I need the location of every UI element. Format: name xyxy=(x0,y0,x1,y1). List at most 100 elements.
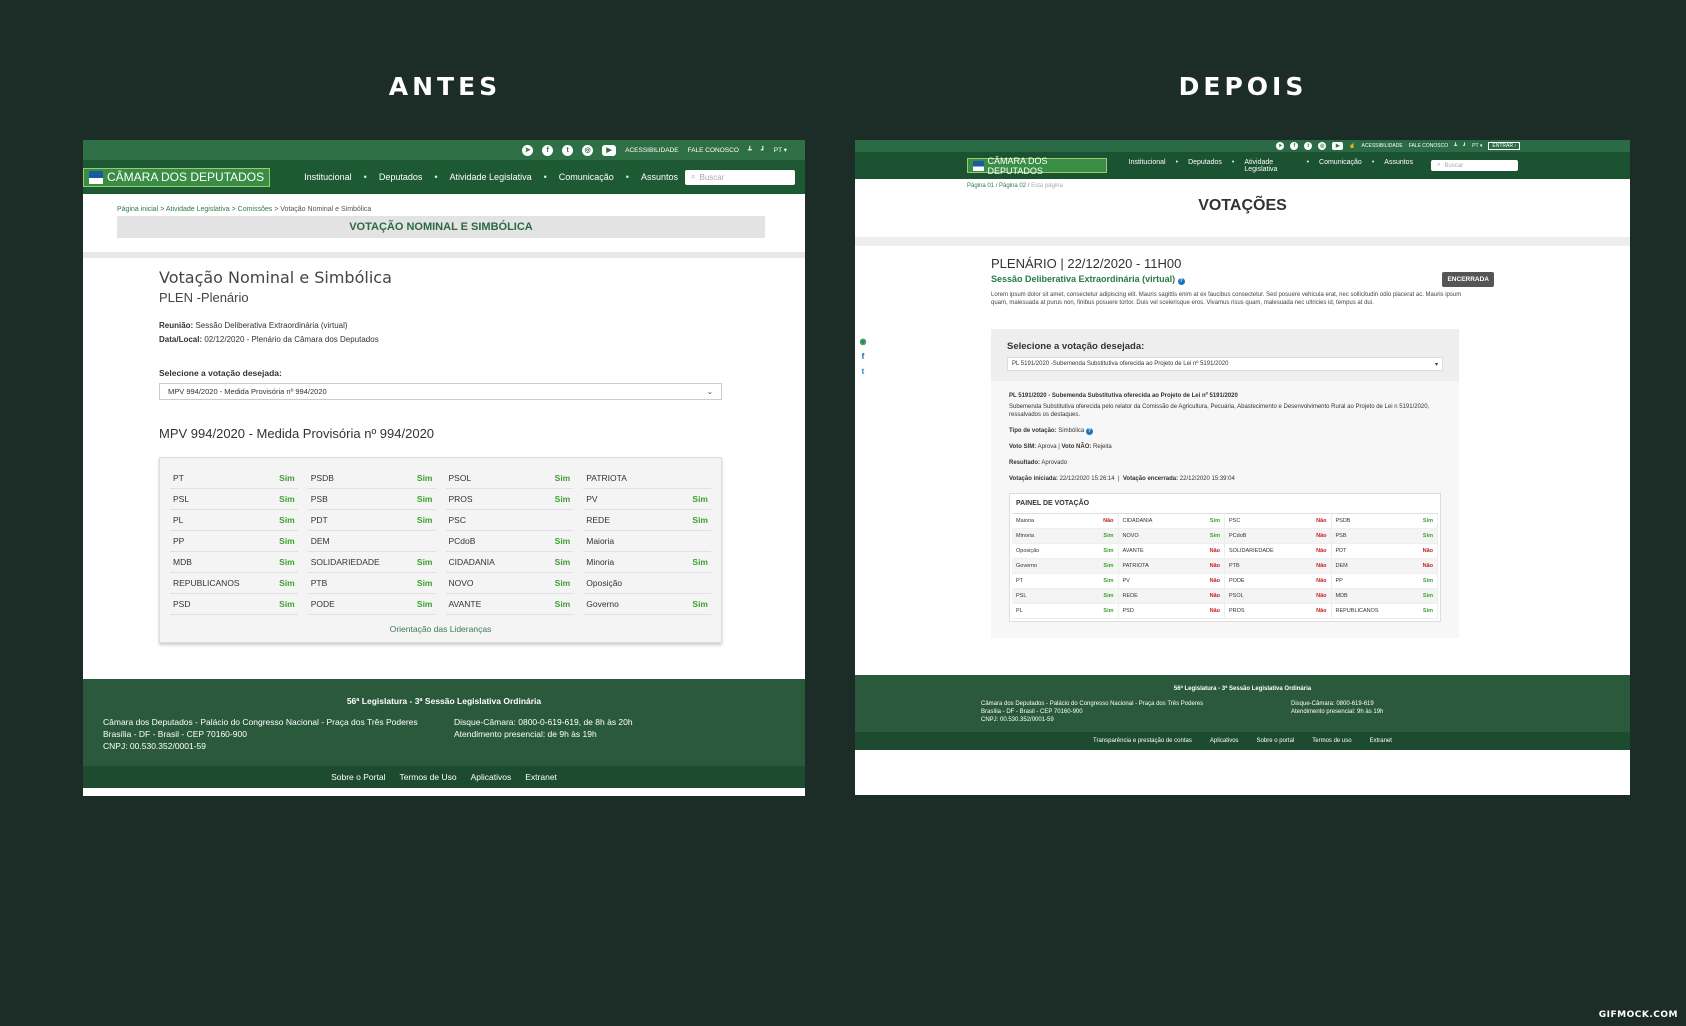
nav-assuntos[interactable]: Assuntos xyxy=(1384,159,1413,173)
language-select[interactable]: PT ▾ xyxy=(1472,143,1482,149)
youtube-icon[interactable]: ▶ xyxy=(1332,142,1344,150)
telegram-icon[interactable]: ➤ xyxy=(522,144,534,156)
page-title: VOTAÇÕES xyxy=(1198,197,1287,214)
footer-link[interactable]: Extranet xyxy=(525,772,557,782)
party-vote: Sim xyxy=(1422,518,1433,524)
footer-link[interactable]: Extranet xyxy=(1370,738,1392,744)
nav-comunicacao[interactable]: Comunicação xyxy=(559,172,614,182)
utility-bar: ➤ f t ◎ ▶ ☝ ACESSIBILIDADE FALE CONOSCO … xyxy=(855,140,1630,152)
party-name: REPUBLICANOS xyxy=(1335,608,1379,614)
help-icon[interactable]: ? xyxy=(1177,278,1185,285)
party-name: PATRIOTA xyxy=(586,473,627,483)
party-vote: Não xyxy=(1316,563,1327,569)
nav-institucional[interactable]: Institucional xyxy=(304,172,352,182)
search-input[interactable]: ⌕ Buscar xyxy=(1431,160,1519,171)
footer-link[interactable]: Aplicativos xyxy=(471,772,512,782)
party-vote: Não xyxy=(1316,533,1327,539)
party-name: CIDADANIA xyxy=(448,557,495,567)
facebook-icon[interactable]: f xyxy=(542,144,554,156)
contrast-icon[interactable]: ┛ xyxy=(1463,143,1466,149)
instagram-icon[interactable]: ◎ xyxy=(582,144,594,156)
site-logo[interactable]: CÂMARA DOS DEPUTADOS xyxy=(967,156,1107,176)
nav-deputados[interactable]: Deputados xyxy=(379,172,423,182)
vote-select[interactable]: MPV 994/2020 - Medida Provisória nº 994/… xyxy=(159,383,722,400)
party-cell: PT Sim xyxy=(1012,574,1119,589)
party-vote: Sim xyxy=(1422,608,1433,614)
nav-comunicacao[interactable]: Comunicação xyxy=(1319,159,1362,173)
party-name: AVANTE xyxy=(1122,548,1144,554)
party-name: PSC xyxy=(448,515,466,525)
footer-link[interactable]: Termos de uso xyxy=(1312,738,1351,744)
party-cell: PCdoB Não xyxy=(1225,529,1332,544)
sign-language-icon[interactable]: ┻ xyxy=(748,146,752,154)
watermark: GIFMOCK.COM xyxy=(1598,1010,1678,1020)
party-name: PROS xyxy=(448,494,473,504)
party-name: PCdoB xyxy=(448,536,476,546)
nav-assuntos[interactable]: Assuntos xyxy=(641,172,678,182)
party-cell: Minoria Sim xyxy=(583,552,711,573)
nav-deputados[interactable]: Deputados xyxy=(1188,159,1222,173)
party-name: PSDB xyxy=(1335,518,1351,524)
contrast-icon[interactable]: ┛ xyxy=(761,146,765,154)
party-name: MDB xyxy=(1335,593,1348,599)
footer-link[interactable]: Termos de Uso xyxy=(399,772,456,782)
crumb-home[interactable]: Página inicial xyxy=(117,206,158,213)
party-vote: Sim xyxy=(416,515,433,525)
telegram-icon[interactable]: ➤ xyxy=(1276,142,1285,150)
flag-icon xyxy=(973,160,984,171)
leaders-guidance-link[interactable]: Orientação das Lideranças xyxy=(170,624,711,634)
twitter-icon[interactable]: t xyxy=(1304,142,1313,150)
party-name: AVANTE xyxy=(448,599,482,609)
help-icon[interactable]: ? xyxy=(1085,428,1093,435)
party-vote: Não xyxy=(1209,593,1220,599)
accessibility-link[interactable]: ACESSIBILIDADE xyxy=(1362,143,1403,149)
footer-link[interactable]: Sobre o portal xyxy=(1257,738,1295,744)
login-button[interactable]: ENTRAR › xyxy=(1488,142,1520,150)
party-vote: Sim xyxy=(279,494,295,504)
footer-link[interactable]: Sobre o Portal xyxy=(331,772,385,782)
search-input[interactable]: ⌕ Buscar xyxy=(685,169,795,185)
party-vote: Sim xyxy=(554,536,571,546)
facebook-icon[interactable]: f xyxy=(1290,142,1299,150)
footer-link[interactable]: Aplicativos xyxy=(1210,738,1239,744)
crumb-atividade[interactable]: Atividade Legislativa xyxy=(166,206,230,213)
party-name: Governo xyxy=(586,599,619,609)
crumb-page-2[interactable]: Página 02 xyxy=(999,183,1026,189)
footer-link[interactable]: Transparência e prestação de contas xyxy=(1093,738,1192,744)
footer: 56ª Legislatura - 3ª Sessão Legislativa … xyxy=(855,675,1630,750)
party-cell: MDB Sim xyxy=(1331,589,1438,604)
crumb-comissoes[interactable]: Comissões xyxy=(238,206,273,213)
party-name: PSD xyxy=(173,599,191,609)
nav-institucional[interactable]: Institucional xyxy=(1129,159,1166,173)
contact-link[interactable]: FALE CONOSCO xyxy=(1409,143,1448,149)
footer: 56ª Legislatura - 3ª Sessão Legislativa … xyxy=(83,679,805,788)
party-name: PDT xyxy=(310,515,328,525)
youtube-icon[interactable]: ▶ xyxy=(602,144,617,156)
party-name: DEM xyxy=(310,536,330,546)
party-vote: Sim xyxy=(279,536,295,546)
footer-links: Sobre o Portal Termos de Uso Aplicativos… xyxy=(83,766,805,788)
site-logo[interactable]: CÂMARA DOS DEPUTADOS xyxy=(83,167,271,187)
nav-atividade[interactable]: Atividade Legislativa xyxy=(450,172,532,182)
sign-language-icon[interactable]: ┻ xyxy=(1454,143,1457,149)
party-name: Maioria xyxy=(1016,518,1035,524)
contact-link[interactable]: FALE CONOSCO xyxy=(688,147,739,154)
accessibility-link[interactable]: ACESSIBILIDADE xyxy=(625,147,678,154)
language-select[interactable]: PT ▾ xyxy=(774,146,787,154)
footer-contact: Disque-Câmara: 0800-0-619-619, de 8h às … xyxy=(454,717,633,739)
party-vote: Sim xyxy=(554,473,571,483)
party-vote: Sim xyxy=(1103,578,1114,584)
party-cell: PATRIOTA xyxy=(583,468,711,489)
party-name: PODE xyxy=(1229,578,1245,584)
nav-atividade[interactable]: Atividade Legislativa xyxy=(1244,159,1296,173)
pointer-icon[interactable]: ☝ xyxy=(1349,143,1355,149)
twitter-icon[interactable]: t xyxy=(562,144,574,156)
search-icon: ⌕ xyxy=(691,172,696,181)
party-vote: Não xyxy=(1209,608,1220,614)
instagram-icon[interactable]: ◎ xyxy=(1318,142,1327,150)
party-cell: PATRIOTA Não xyxy=(1118,559,1225,574)
crumb-page-1[interactable]: Página 01 xyxy=(967,183,994,189)
search-placeholder: Buscar xyxy=(1444,162,1464,169)
vote-select[interactable]: PL 5191/2020 -Subemenda Substitutiva ofe… xyxy=(1007,357,1443,371)
party-name: PCdoB xyxy=(1229,533,1247,539)
